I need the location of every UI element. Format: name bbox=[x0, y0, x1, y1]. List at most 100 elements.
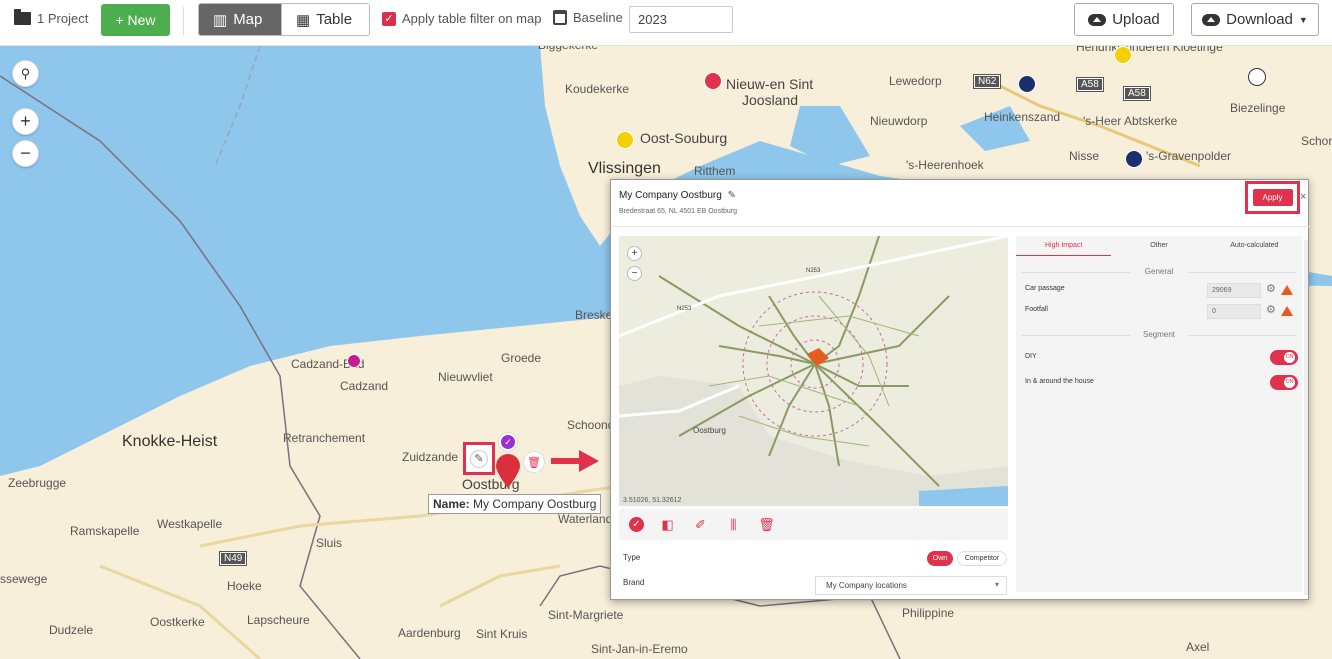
attributes-panel: High Impact Other Auto-calculated Genera… bbox=[1016, 236, 1302, 592]
minus-icon: − bbox=[631, 268, 638, 279]
map-place: Dudzele bbox=[49, 623, 94, 637]
baseline-label: Baseline bbox=[573, 10, 623, 25]
brand-marker-icon[interactable] bbox=[1248, 68, 1266, 86]
mini-map[interactable]: + − Oostburg N253 N253 3.51026, 51.32612 bbox=[619, 236, 1008, 506]
map-place: 's-Heerenhoek bbox=[906, 158, 984, 172]
map-icon: ▥ bbox=[213, 11, 228, 29]
confirm-location-button[interactable]: ✓ bbox=[498, 432, 518, 452]
table-view-button[interactable]: ▦ Table bbox=[281, 4, 369, 35]
zoom-in-button[interactable]: + bbox=[12, 108, 39, 135]
map-place: ssewege bbox=[0, 572, 48, 586]
project-counter[interactable]: 1 Project bbox=[14, 9, 88, 26]
mini-map-coordinates: 3.51026, 51.32612 bbox=[623, 497, 682, 504]
table-icon: ▦ bbox=[296, 11, 311, 29]
apply-filter-checkbox[interactable]: ✓ Apply table filter on map bbox=[382, 11, 541, 26]
check-circle-icon: ✓ bbox=[501, 435, 515, 449]
map-place: Nieuwdorp bbox=[870, 114, 928, 128]
map-search-button[interactable]: ⚲ bbox=[12, 60, 39, 87]
mini-road-badge: N253 bbox=[677, 306, 692, 312]
mini-road-badge: N253 bbox=[806, 268, 821, 274]
brand-marker-icon[interactable] bbox=[1114, 46, 1132, 64]
baseline-year-input[interactable]: 2023 bbox=[629, 6, 733, 33]
edit-location-button[interactable]: ✎ bbox=[463, 442, 495, 475]
mini-zoom-out-button[interactable]: − bbox=[627, 266, 642, 281]
section-segment: Segment bbox=[1022, 330, 1296, 339]
brand-marker-icon[interactable] bbox=[704, 72, 722, 90]
location-edit-modal: My Company Oostburg ✎ Bredestraat 65, NL… bbox=[610, 179, 1310, 600]
house-toggle[interactable]: ON bbox=[1270, 375, 1298, 390]
footfall-input[interactable]: 0 bbox=[1207, 304, 1261, 319]
upload-label: Upload bbox=[1112, 11, 1160, 28]
toggle-knob: ON bbox=[1284, 352, 1295, 363]
map-place: Lapscheure bbox=[247, 613, 310, 627]
gear-icon[interactable]: ⚙ bbox=[1266, 303, 1276, 316]
map-view-button[interactable]: ▥ Map bbox=[199, 4, 281, 35]
apply-highlight: Apply bbox=[1245, 181, 1300, 214]
gear-icon[interactable]: ⚙ bbox=[1266, 282, 1276, 295]
mini-map-background bbox=[619, 236, 1008, 506]
brand-select[interactable]: My Company locations bbox=[815, 576, 1007, 595]
check-circle-icon[interactable]: ✓ bbox=[629, 517, 644, 532]
map-place: 's-Heer Abtskerke bbox=[1083, 114, 1178, 128]
map-view-label: Map bbox=[233, 11, 263, 28]
road-badge: N62 bbox=[972, 74, 1002, 89]
brand-marker-icon[interactable] bbox=[1018, 75, 1036, 93]
map-place: Ramskapelle bbox=[70, 524, 140, 538]
type-own-pill[interactable]: Own bbox=[927, 551, 953, 566]
diy-toggle[interactable]: ON bbox=[1270, 350, 1298, 365]
modal-title-group: My Company Oostburg ✎ bbox=[619, 190, 736, 201]
mini-zoom-in-button[interactable]: + bbox=[627, 246, 642, 261]
map-place: Nisse bbox=[1069, 149, 1100, 163]
map-markers-icon[interactable]: ◧ bbox=[658, 515, 677, 534]
checkbox-checked-icon[interactable]: ✓ bbox=[382, 11, 396, 26]
cloud-upload-icon bbox=[1088, 13, 1107, 26]
map-place: Waterland bbox=[558, 512, 613, 526]
tab-other[interactable]: Other bbox=[1111, 236, 1206, 256]
map-place: Oost-Souburg bbox=[640, 130, 728, 146]
apply-button[interactable]: Apply bbox=[1252, 189, 1293, 206]
download-button[interactable]: Download ▼ bbox=[1191, 3, 1319, 36]
map-place: Nieuwvliet bbox=[438, 370, 493, 384]
road-badge: A58 bbox=[1123, 86, 1151, 101]
split-columns-icon[interactable]: ⫼ bbox=[724, 515, 743, 534]
pencil-icon[interactable]: ✎ bbox=[728, 190, 736, 201]
modal-divider bbox=[611, 226, 1310, 227]
car-passage-input[interactable]: 29069 bbox=[1207, 283, 1261, 298]
brand-marker-icon[interactable] bbox=[616, 131, 634, 149]
brand-marker-icon[interactable] bbox=[1125, 150, 1143, 168]
toolbar-divider bbox=[183, 7, 184, 35]
mini-map-place: Oostburg bbox=[693, 426, 726, 435]
tab-high-impact[interactable]: High Impact bbox=[1016, 236, 1112, 256]
type-competitor-pill[interactable]: Competitor bbox=[957, 551, 1007, 566]
plus-icon: + bbox=[631, 248, 638, 259]
map-place: Zeebrugge bbox=[8, 476, 67, 490]
location-actions-row: ✓ ◧ ✐ ⫼ 🗑 bbox=[619, 509, 1008, 540]
map-place: Sluis bbox=[316, 536, 343, 550]
brand-marker-icon[interactable] bbox=[347, 354, 361, 368]
map-place: Nieuw-en Sint bbox=[726, 76, 814, 92]
top-toolbar: 1 Project + New ▥ Map ▦ Table ✓ Apply ta… bbox=[0, 0, 1332, 46]
trash-icon[interactable]: 🗑 bbox=[757, 515, 776, 534]
tab-auto-calculated[interactable]: Auto-calculated bbox=[1207, 236, 1302, 256]
close-icon[interactable]: × bbox=[1300, 191, 1306, 203]
location-tooltip: Name: My Company Oostburg bbox=[428, 494, 602, 514]
section-general: General bbox=[1022, 267, 1296, 276]
marker-edit-icon[interactable]: ✐ bbox=[691, 515, 710, 534]
location-pin-icon[interactable] bbox=[495, 453, 521, 489]
type-label: Type bbox=[623, 553, 641, 562]
baseline-group: Baseline bbox=[553, 10, 623, 25]
car-passage-label: Car passage bbox=[1025, 285, 1065, 292]
caret-down-icon: ▼ bbox=[1298, 14, 1308, 25]
map-place: Aardenburg bbox=[398, 626, 461, 640]
map-place: Sint-Jan-in-Eremo bbox=[591, 642, 688, 656]
folder-icon bbox=[14, 9, 31, 25]
diy-label: DIY bbox=[1025, 353, 1037, 360]
warning-icon bbox=[1281, 306, 1293, 316]
modal-address: Bredestraat 65, NL 4501 EB Oostburg bbox=[619, 208, 738, 215]
zoom-out-button[interactable]: − bbox=[12, 140, 39, 167]
upload-button[interactable]: Upload bbox=[1074, 3, 1174, 36]
delete-location-button[interactable]: 🗑 bbox=[523, 451, 545, 473]
modal-scrollbar[interactable] bbox=[1304, 240, 1308, 595]
new-button[interactable]: + New bbox=[101, 4, 170, 36]
brand-label: Brand bbox=[623, 578, 645, 587]
